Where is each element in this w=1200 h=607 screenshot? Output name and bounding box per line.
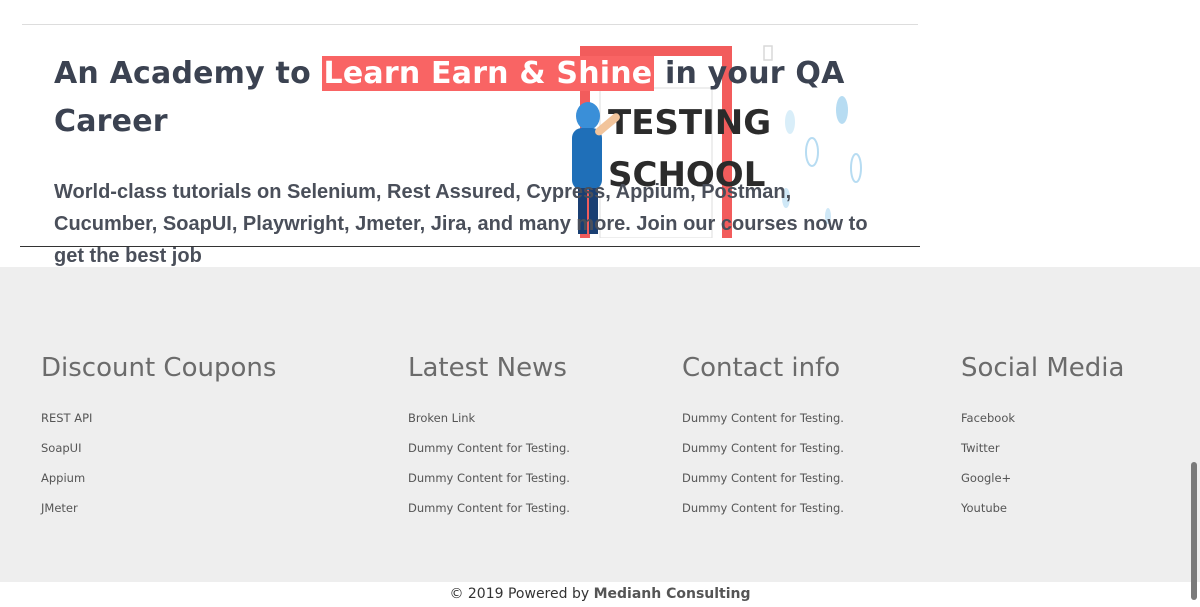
footer-list-item: Dummy Content for Testing.	[408, 463, 570, 493]
footer-link-dummy-content[interactable]: Dummy Content for Testing.	[682, 501, 844, 515]
footer-list-item: JMeter	[41, 493, 276, 523]
footer-link-jmeter[interactable]: JMeter	[41, 501, 78, 515]
copyright-brand-link[interactable]: Medianh Consulting	[594, 586, 751, 602]
footer-list-item: REST API	[41, 403, 276, 433]
footer-link-dummy-content[interactable]: Dummy Content for Testing.	[682, 441, 844, 455]
footer-list-item: Google+	[961, 463, 1124, 493]
footer-link-twitter[interactable]: Twitter	[961, 441, 1000, 455]
footer-list-item: Dummy Content for Testing.	[682, 433, 844, 463]
footer-list-item: Dummy Content for Testing.	[682, 403, 844, 433]
footer-link-dummy-content[interactable]: Dummy Content for Testing.	[682, 471, 844, 485]
footer-link-dummy-content[interactable]: Dummy Content for Testing.	[408, 441, 570, 455]
hero-title: An Academy to Learn Earn & Shine in your…	[54, 50, 854, 146]
footer-list-item: Appium	[41, 463, 276, 493]
footer-link-dummy-content[interactable]: Dummy Content for Testing.	[408, 501, 570, 515]
footer-heading-latest-news: Latest News	[408, 353, 567, 383]
hero-section: TESTING SCHOOL An Academy to Learn Earn …	[0, 0, 1200, 267]
footer-link-facebook[interactable]: Facebook	[961, 411, 1015, 425]
hero-top-divider	[22, 24, 918, 25]
footer-link-appium[interactable]: Appium	[41, 471, 85, 485]
hero-bottom-divider	[20, 246, 920, 247]
footer-heading-contact-info: Contact info	[682, 353, 841, 383]
copyright-bar: © 2019 Powered by Medianh Consulting	[0, 582, 1200, 607]
footer-link-soapui[interactable]: SoapUI	[41, 441, 82, 455]
footer: Discount Coupons REST API SoapUI Appium …	[0, 267, 1200, 582]
footer-link-dummy-content[interactable]: Dummy Content for Testing.	[682, 411, 844, 425]
footer-list-item: Dummy Content for Testing.	[682, 493, 844, 523]
hero-title-part1: An Academy to	[54, 56, 322, 91]
footer-link-youtube[interactable]: Youtube	[961, 501, 1007, 515]
hero-description: World-class tutorials on Selenium, Rest …	[54, 181, 868, 267]
scrollbar-thumb[interactable]	[1191, 462, 1197, 600]
footer-link-rest-api[interactable]: REST API	[41, 411, 92, 425]
copyright-text: © 2019 Powered by	[449, 586, 594, 602]
footer-heading-discount-coupons: Discount Coupons	[41, 353, 277, 383]
footer-list-item: Dummy Content for Testing.	[408, 433, 570, 463]
footer-list-item: Broken Link	[408, 403, 570, 433]
footer-list-item: Facebook	[961, 403, 1124, 433]
footer-list-item: SoapUI	[41, 433, 276, 463]
footer-link-broken-link[interactable]: Broken Link	[408, 411, 475, 425]
footer-list-item: Dummy Content for Testing.	[408, 493, 570, 523]
footer-column-latest-news: Latest News Broken Link Dummy Content fo…	[408, 351, 570, 523]
footer-list-item: Dummy Content for Testing.	[682, 463, 844, 493]
hero-title-highlight: Learn Earn & Shine	[321, 56, 655, 91]
footer-column-discount-coupons: Discount Coupons REST API SoapUI Appium …	[41, 351, 276, 523]
footer-link-google-plus[interactable]: Google+	[961, 471, 1011, 485]
footer-list-item: Youtube	[961, 493, 1124, 523]
footer-column-social-media: Social Media Facebook Twitter Google+ Yo…	[961, 351, 1124, 523]
footer-list-item: Twitter	[961, 433, 1124, 463]
footer-link-dummy-content[interactable]: Dummy Content for Testing.	[408, 471, 570, 485]
footer-heading-social-media: Social Media	[961, 353, 1125, 383]
footer-column-contact-info: Contact info Dummy Content for Testing. …	[682, 351, 844, 523]
